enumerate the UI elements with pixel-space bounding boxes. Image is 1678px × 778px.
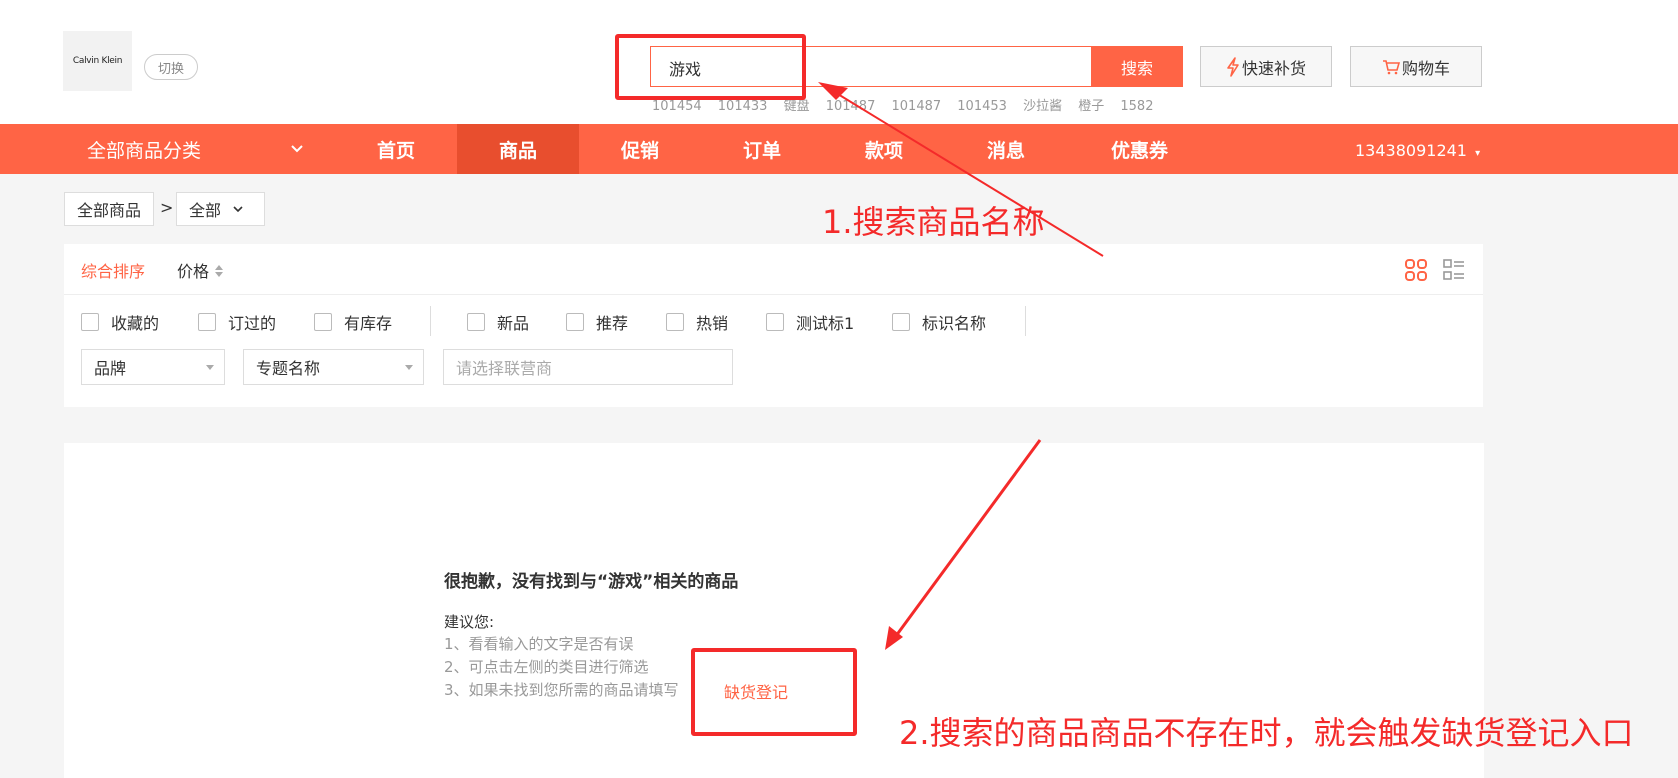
annotation-arrow-line [891,439,1042,641]
annotation-arrows [818,82,1104,650]
annotation-arrow-line [827,87,1104,257]
